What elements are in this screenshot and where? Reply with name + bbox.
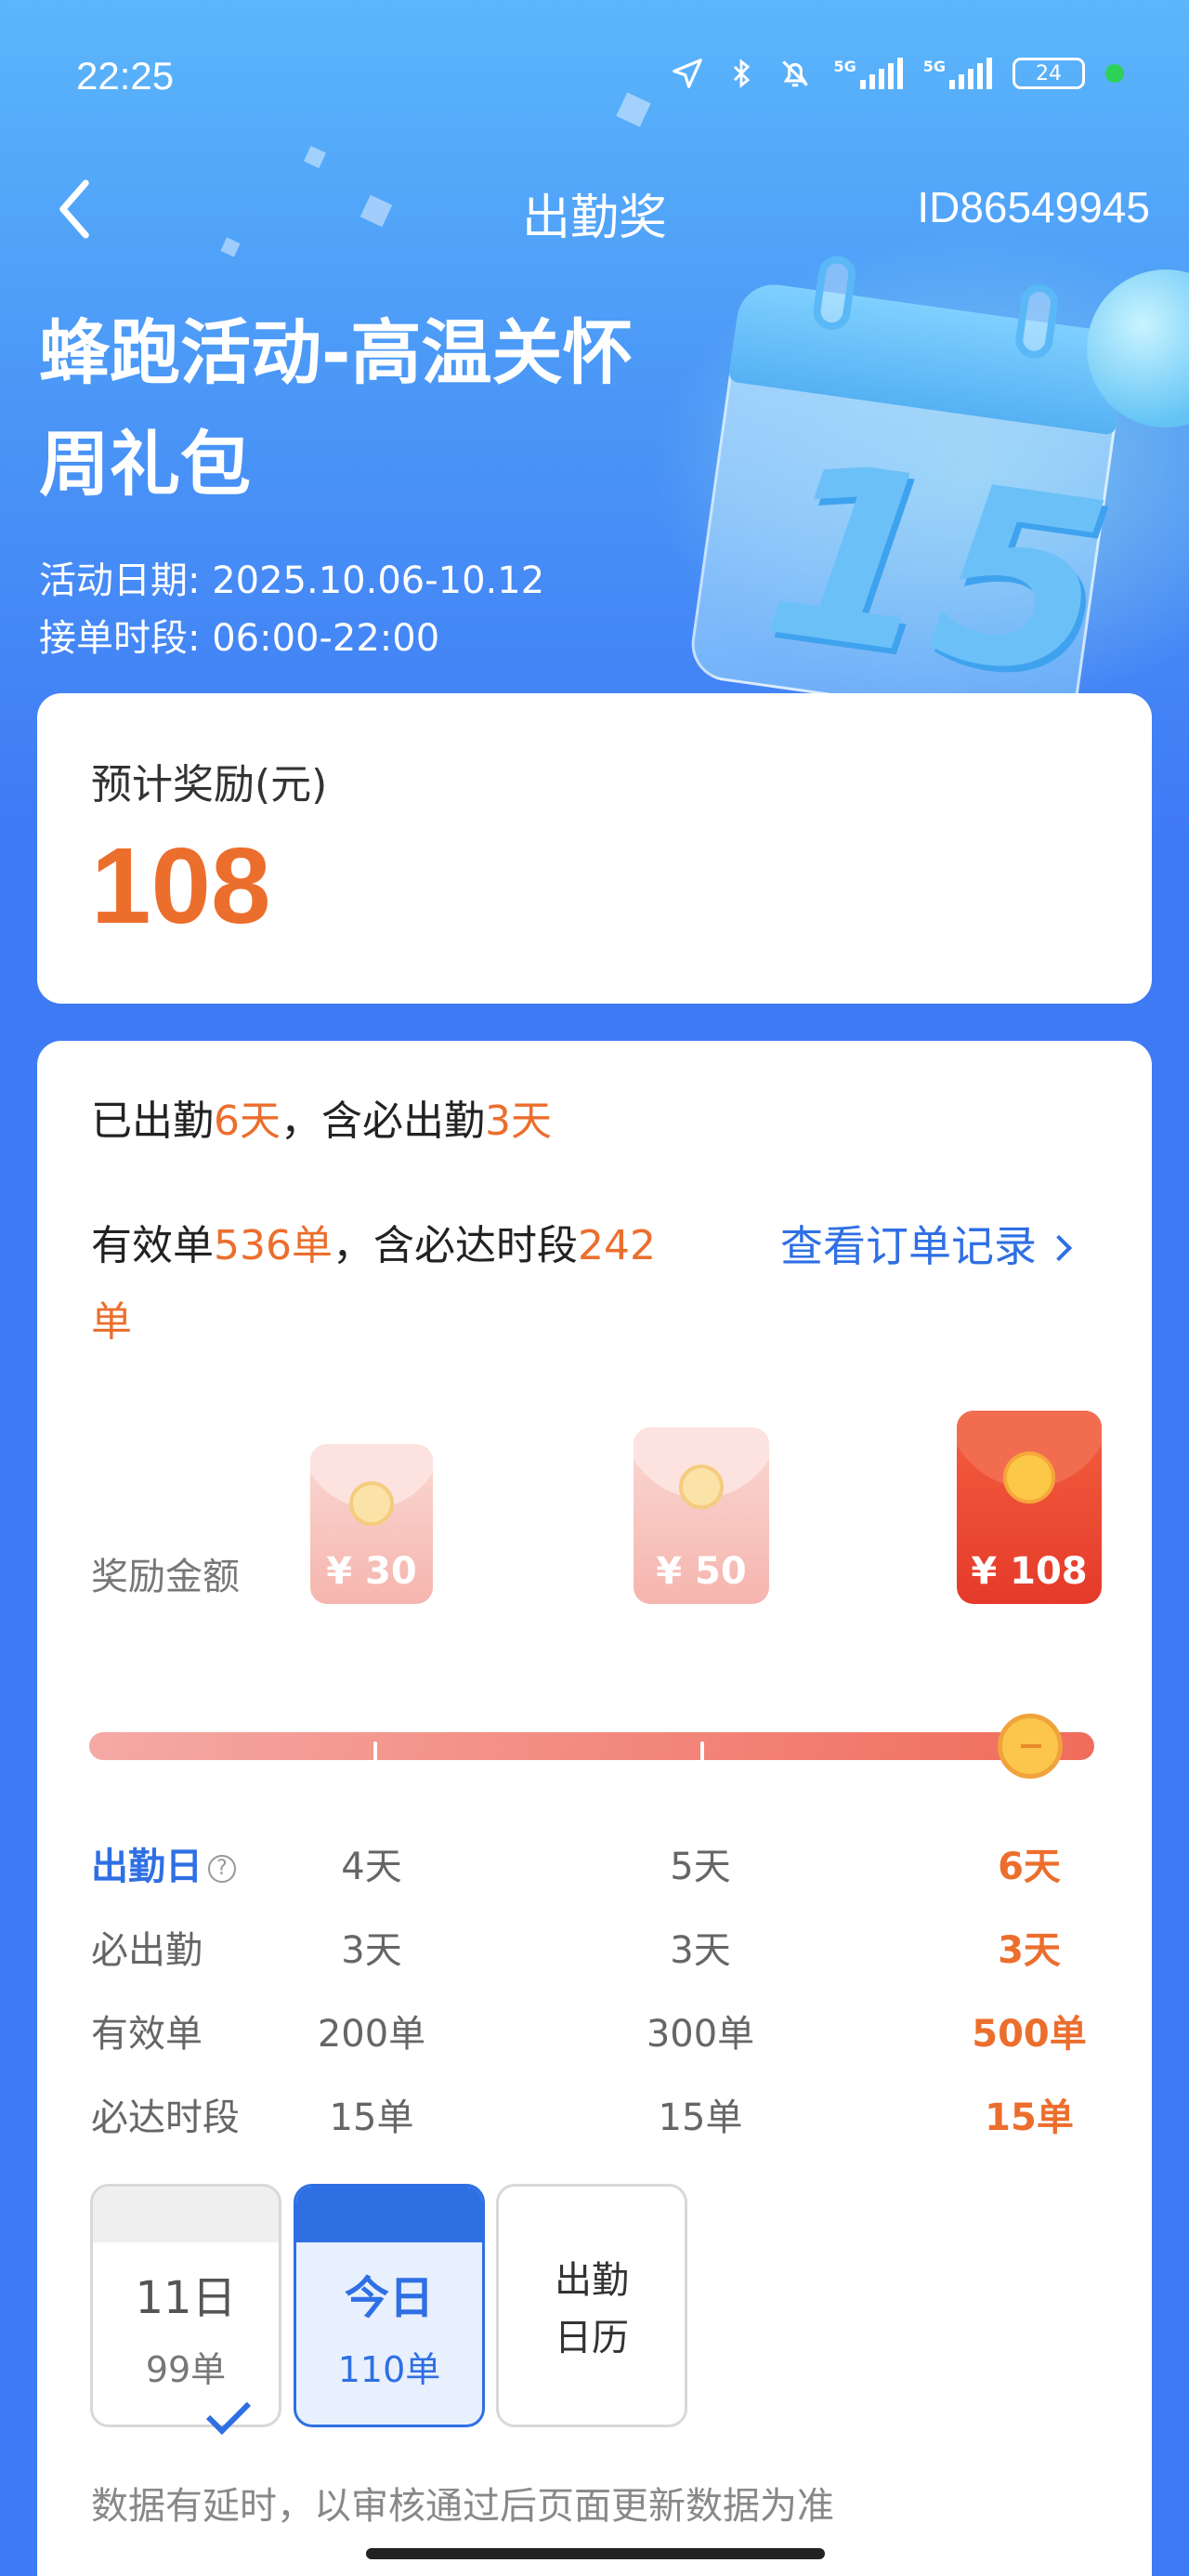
rider-id: ID86549945 [917, 183, 1150, 231]
view-orders-link[interactable]: 查看订单记录 [780, 1208, 1073, 1284]
red-packet-tier-1: ¥ 30 [310, 1444, 433, 1604]
activity-title-line2: 周礼包 [39, 423, 251, 506]
activity-title: 蜂跑活动-高温关怀 周礼包 [39, 297, 726, 520]
progress-track [89, 1732, 1094, 1760]
activity-period: 接单时段: 06:00-22:00 [39, 617, 440, 660]
calendar-illustration: 15 [686, 243, 1152, 733]
day-card-today[interactable]: 今日 110单 [294, 2184, 485, 2427]
attendance-summary: 已出勤6天，含必出勤3天 [91, 1087, 552, 1147]
orders-prefix: 有效单 [91, 1222, 214, 1269]
row-header-text: 出勤日 [91, 1846, 203, 1888]
battery-icon: 24 [1013, 58, 1085, 89]
bluetooth-icon [734, 59, 751, 88]
required-days: 3天 [485, 1097, 552, 1145]
data-delay-note: 数据有延时，以审核通过后页面更新数据为准 [91, 2485, 834, 2528]
chevron-right-icon [1045, 1234, 1073, 1262]
table-cell: 15单 [329, 2096, 414, 2139]
day-orders: 110单 [337, 2349, 441, 2390]
attendance-calendar-button[interactable]: 出勤 日历 [496, 2184, 687, 2427]
signal-icon: 5G [833, 58, 903, 89]
attend-mid: ，含必出勤 [281, 1097, 485, 1145]
orders-summary: 有效单536单，含必达时段242 单 [91, 1208, 778, 1360]
location-icon [673, 59, 703, 88]
status-time: 22:25 [76, 54, 175, 98]
table-cell: 3天 [998, 1929, 1061, 1972]
battery-level: 24 [1036, 61, 1062, 85]
required-orders-unit: 单 [91, 1298, 132, 1346]
row-header: 必达时段 [91, 2096, 240, 2139]
progress-tick [373, 1741, 377, 1766]
privacy-indicator-icon [1105, 64, 1124, 83]
row-header: 出勤日? [91, 1836, 236, 1890]
activity-date: 活动日期: 2025.10.06-10.12 [39, 559, 545, 602]
tier-amount: ¥ 30 [326, 1550, 417, 1593]
progress-card: 已出勤6天，含必出勤3天 有效单536单，含必达时段242 单 查看订单记录 奖励… [37, 1041, 1152, 2576]
table-cell: 3天 [670, 1929, 731, 1972]
row-header: 必出勤 [91, 1929, 203, 1972]
table-cell: 300单 [646, 2013, 755, 2056]
view-orders-label: 查看订单记录 [780, 1221, 1037, 1271]
table-cell: 15单 [985, 2096, 1074, 2139]
calendar-number: 15 [751, 408, 1123, 734]
tier-amount: ¥ 50 [656, 1550, 747, 1593]
progress-knob [998, 1714, 1063, 1779]
coin-icon [349, 1481, 394, 1526]
table-cell: 4天 [341, 1846, 402, 1888]
orders-count: 536单 [214, 1222, 333, 1269]
table-row: 必出勤 3天 3天 3天 [37, 1920, 1152, 1976]
table-row: 出勤日? 4天 5天 6天 [37, 1836, 1152, 1892]
network-label: 5G [922, 58, 946, 75]
coin-icon [679, 1465, 724, 1509]
table-cell: 200单 [317, 2013, 426, 2056]
row-header: 有效单 [91, 2013, 203, 2056]
day-date: 11日 [135, 2272, 237, 2324]
table-cell: 3天 [341, 1929, 402, 1972]
table-row: 必达时段 15单 15单 15单 [37, 2087, 1152, 2143]
table-cell: 500单 [972, 2013, 1087, 2056]
mute-bell-icon [782, 60, 809, 87]
red-packet-tier-3: ¥ 108 [957, 1411, 1102, 1604]
day-card-11[interactable]: 11日 99单 [90, 2184, 281, 2427]
estimate-card: 预计奖励(元) 108 [37, 693, 1152, 1004]
activity-title-line1: 蜂跑活动-高温关怀 [39, 311, 634, 394]
day-orders: 99单 [145, 2349, 227, 2390]
table-cell: 15单 [658, 2096, 743, 2139]
red-packet-tier-2: ¥ 50 [634, 1427, 769, 1604]
home-indicator[interactable] [366, 2548, 825, 2559]
table-cell: 6天 [998, 1846, 1061, 1888]
reward-amount-label: 奖励金额 [91, 1556, 240, 1598]
signal-icon: 5G [923, 58, 992, 89]
coin-icon [1003, 1452, 1055, 1504]
network-label: 5G [833, 58, 856, 75]
progress-tick [700, 1741, 704, 1766]
tier-amount: ¥ 108 [971, 1550, 1088, 1593]
estimate-label: 预计奖励(元) [91, 761, 328, 808]
attend-prefix: 已出勤 [91, 1097, 214, 1145]
status-bar: 22:25 5G 5G 24 [0, 0, 1189, 158]
required-orders-num: 242 [577, 1222, 656, 1269]
calendar-button-line1: 出勤 [555, 2259, 629, 2302]
status-icons: 5G 5G 24 [670, 56, 1124, 91]
orders-mid: ，含必达时段 [332, 1222, 578, 1269]
help-icon[interactable]: ? [208, 1855, 236, 1883]
day-date: 今日 [344, 2272, 434, 2324]
table-cell: 5天 [670, 1846, 731, 1888]
calendar-button-line2: 日历 [555, 2317, 629, 2359]
attend-days: 6天 [214, 1097, 281, 1145]
estimate-amount: 108 [91, 825, 271, 946]
table-row: 有效单 200单 300单 500单 [37, 2004, 1152, 2059]
